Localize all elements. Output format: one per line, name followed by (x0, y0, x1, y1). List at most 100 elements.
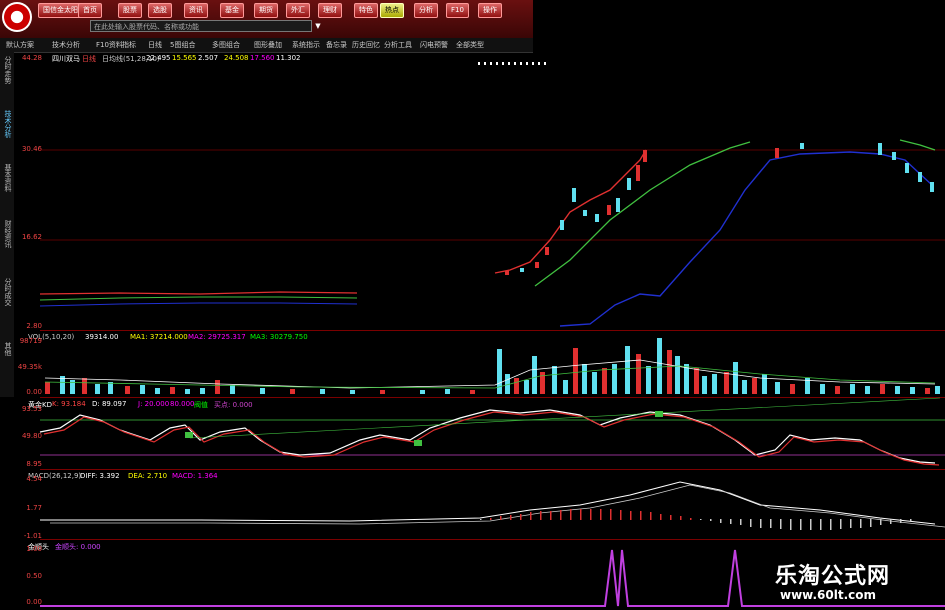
macd-hist-bar-26 (740, 519, 742, 525)
macd-hist-bar-34 (820, 519, 822, 530)
candle-1 (520, 268, 524, 272)
candle-5 (572, 188, 576, 202)
volume-plot (44, 338, 940, 394)
chart-canvas[interactable] (0, 0, 945, 609)
macd-hist-bar-25 (730, 519, 732, 524)
macd-hist-bar-21 (690, 518, 692, 520)
volume-bar-39 (667, 350, 672, 394)
price-line-flat (39, 291, 358, 295)
macd-hist-bar-13 (610, 509, 612, 520)
marker-dot-4 (502, 62, 504, 65)
macd-hist-bar-37 (850, 519, 852, 528)
macd-hist-bar-22 (700, 519, 702, 520)
macd-hist-bar-38 (860, 519, 862, 528)
macd-hist-bar-3 (510, 515, 512, 520)
volume-bar-38 (657, 338, 662, 394)
macd-hist-bar-23 (710, 519, 712, 521)
ma-blue-rising (559, 151, 933, 327)
volume-bar-24 (514, 378, 519, 394)
marker-dot-7 (520, 62, 522, 65)
volume-bar-41 (684, 364, 689, 394)
macd-hist-bar-14 (620, 510, 622, 520)
macd-hist-bar-28 (760, 519, 762, 528)
macd-hist-bar-12 (600, 509, 602, 520)
macd-hist-bar-8 (560, 510, 562, 520)
volume-bar-19 (420, 390, 425, 394)
macd-hist-bar-32 (800, 519, 802, 530)
volume-bar-51 (790, 384, 795, 394)
ma-green-tail (899, 139, 936, 151)
candle-7 (595, 214, 599, 222)
macd-hist-bar-7 (550, 511, 552, 520)
price-line-rising (494, 149, 647, 274)
macd-hist-bar-16 (640, 511, 642, 520)
candle-4 (560, 220, 564, 230)
candle-2 (535, 262, 539, 268)
macd-hist-bar-4 (520, 514, 522, 520)
marker-dot-1 (484, 62, 486, 65)
marker-dot-5 (508, 62, 510, 65)
volume-bar-16 (320, 389, 325, 394)
volume-bar-40 (675, 356, 680, 394)
volume-bar-45 (724, 372, 729, 394)
macd-diff-line (40, 481, 936, 525)
ma-green-flat (39, 296, 358, 301)
candle-9 (616, 198, 620, 212)
price-plot (39, 62, 945, 327)
volume-bar-48 (752, 378, 757, 394)
volume-bar-50 (775, 382, 780, 394)
marker-dot-11 (544, 62, 546, 65)
volume-bar-57 (880, 384, 885, 394)
volume-ma2 (44, 365, 936, 389)
volume-bar-34 (612, 364, 617, 394)
macd-plot (40, 481, 945, 530)
macd-hist-bar-35 (830, 519, 832, 530)
macd-hist-bar-30 (780, 519, 782, 529)
candle-10 (627, 178, 631, 190)
volume-bar-32 (592, 372, 597, 394)
volume-bar-18 (380, 390, 385, 394)
marker-dot-9 (532, 62, 534, 65)
volume-bar-7 (140, 385, 145, 394)
macd-hist-bar-27 (750, 519, 752, 527)
macd-hist-bar-17 (650, 512, 652, 520)
macd-hist-bar-2 (500, 516, 502, 520)
marker-dot-3 (496, 62, 498, 65)
volume-bar-9 (170, 387, 175, 394)
marker-dot-0 (478, 62, 480, 65)
macd-hist-bar-6 (540, 511, 542, 520)
volume-bar-30 (573, 348, 578, 394)
macd-hist-bar-24 (720, 519, 722, 523)
candle-17 (905, 163, 909, 173)
candle-3 (545, 247, 549, 255)
watermark-url: www.60lt.com (780, 588, 877, 602)
volume-bar-46 (733, 362, 738, 394)
volume-bar-13 (230, 385, 235, 394)
volume-bar-14 (260, 388, 265, 394)
volume-bar-20 (445, 389, 450, 394)
candle-19 (930, 182, 934, 192)
volume-ma1 (44, 359, 936, 389)
candle-12 (643, 150, 647, 162)
volume-bar-5 (108, 382, 113, 394)
volume-bar-58 (895, 386, 900, 394)
volume-bar-53 (820, 384, 825, 394)
kdj-plot (39, 397, 945, 466)
macd-hist-bar-20 (680, 516, 682, 520)
macd-hist-bar-11 (590, 509, 592, 520)
kdj-signal-marker-2 (655, 411, 663, 417)
volume-bar-35 (625, 346, 630, 394)
volume-bar-4 (95, 384, 100, 394)
kdj-trend-line (189, 397, 941, 439)
volume-bar-60 (925, 388, 930, 394)
volume-bar-43 (702, 376, 707, 394)
macd-hist-bar-29 (770, 519, 772, 528)
macd-hist-bar-36 (840, 519, 842, 529)
macd-hist-bar-10 (580, 509, 582, 520)
candle-14 (800, 143, 804, 149)
volume-bar-3 (82, 378, 87, 394)
volume-bar-59 (910, 387, 915, 394)
candle-11 (636, 165, 640, 181)
macd-hist-bar-39 (870, 519, 872, 527)
volume-bar-54 (835, 386, 840, 394)
